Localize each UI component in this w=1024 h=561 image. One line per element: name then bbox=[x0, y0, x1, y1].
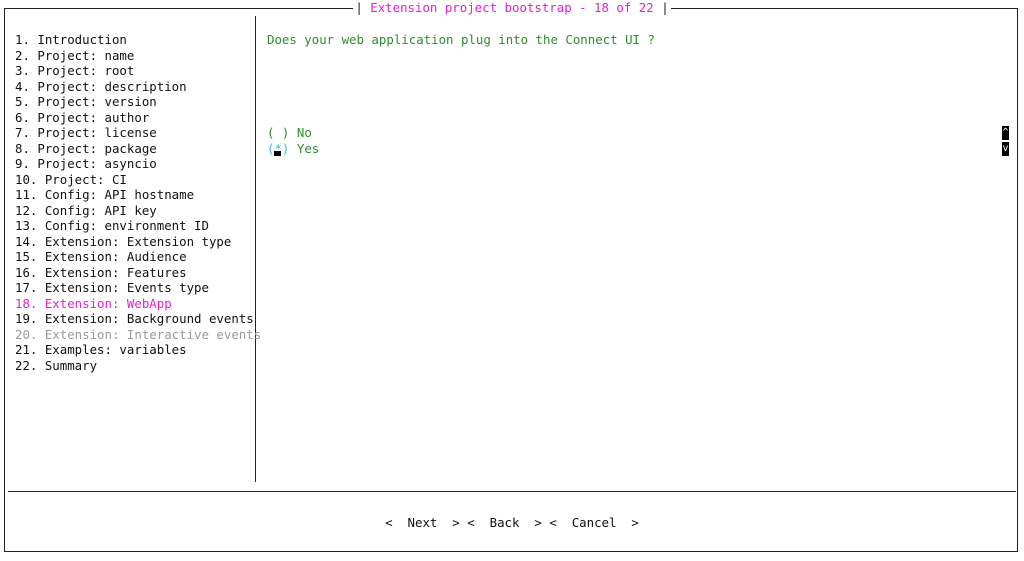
question-text: Does your web application plug into the … bbox=[267, 32, 655, 47]
text-cursor bbox=[274, 150, 281, 156]
step-item-project-description[interactable]: 4. Project: description bbox=[15, 79, 261, 95]
button-spacer bbox=[542, 515, 549, 531]
step-item-project-asyncio[interactable]: 9. Project: asyncio bbox=[15, 156, 261, 172]
cancel-button[interactable]: < Cancel > bbox=[549, 515, 639, 531]
radio-group: ( ) No (*) Yes bbox=[267, 125, 319, 156]
radio-label-yes: Yes bbox=[296, 140, 320, 156]
scroll-indicator[interactable]: ^ v bbox=[1002, 126, 1009, 156]
button-bar: < Next > < Back > < Cancel > bbox=[0, 515, 1024, 531]
step-item-project-root[interactable]: 3. Project: root bbox=[15, 63, 261, 79]
step-item-project-author[interactable]: 6. Project: author bbox=[15, 110, 261, 126]
radio-marker-no: ( ) bbox=[267, 125, 290, 140]
step-item-extension-features[interactable]: 16. Extension: Features bbox=[15, 265, 261, 281]
step-item-extension-webapp[interactable]: 18. Extension: WebApp bbox=[15, 296, 261, 312]
step-item-project-name[interactable]: 2. Project: name bbox=[15, 48, 261, 64]
step-item-examples-variables[interactable]: 21. Examples: variables bbox=[15, 342, 261, 358]
step-item-extension-background-events[interactable]: 19. Extension: Background events bbox=[15, 311, 261, 327]
steps-list: 1. Introduction 2. Project: name 3. Proj… bbox=[15, 32, 261, 373]
step-item-project-package[interactable]: 8. Project: package bbox=[15, 141, 261, 157]
step-item-config-api-hostname[interactable]: 11. Config: API hostname bbox=[15, 187, 261, 203]
footer-divider bbox=[8, 491, 1016, 492]
step-item-extension-events-type[interactable]: 17. Extension: Events type bbox=[15, 280, 261, 296]
scroll-up-icon[interactable]: ^ bbox=[1002, 126, 1009, 140]
step-item-extension-interactive-events: 20. Extension: Interactive events bbox=[15, 326, 262, 342]
step-item-introduction[interactable]: 1. Introduction bbox=[15, 32, 261, 48]
back-button[interactable]: < Back > bbox=[467, 515, 542, 531]
step-item-project-version[interactable]: 5. Project: version bbox=[15, 94, 261, 110]
radio-option-no[interactable]: ( ) No bbox=[267, 125, 319, 141]
button-spacer bbox=[460, 515, 467, 531]
step-item-project-ci[interactable]: 10. Project: CI bbox=[15, 172, 261, 188]
step-item-project-license[interactable]: 7. Project: license bbox=[15, 125, 261, 141]
scroll-down-icon[interactable]: v bbox=[1002, 142, 1009, 156]
next-button[interactable]: < Next > bbox=[385, 515, 460, 531]
radio-label-no: No bbox=[296, 125, 312, 140]
step-item-extension-type[interactable]: 14. Extension: Extension type bbox=[15, 234, 261, 250]
radio-option-yes[interactable]: (*) Yes bbox=[267, 141, 319, 157]
step-item-extension-audience[interactable]: 15. Extension: Audience bbox=[15, 249, 261, 265]
step-item-config-api-key[interactable]: 12. Config: API key bbox=[15, 203, 261, 219]
step-item-config-environment-id[interactable]: 13. Config: environment ID bbox=[15, 218, 261, 234]
step-item-summary[interactable]: 22. Summary bbox=[15, 358, 261, 374]
